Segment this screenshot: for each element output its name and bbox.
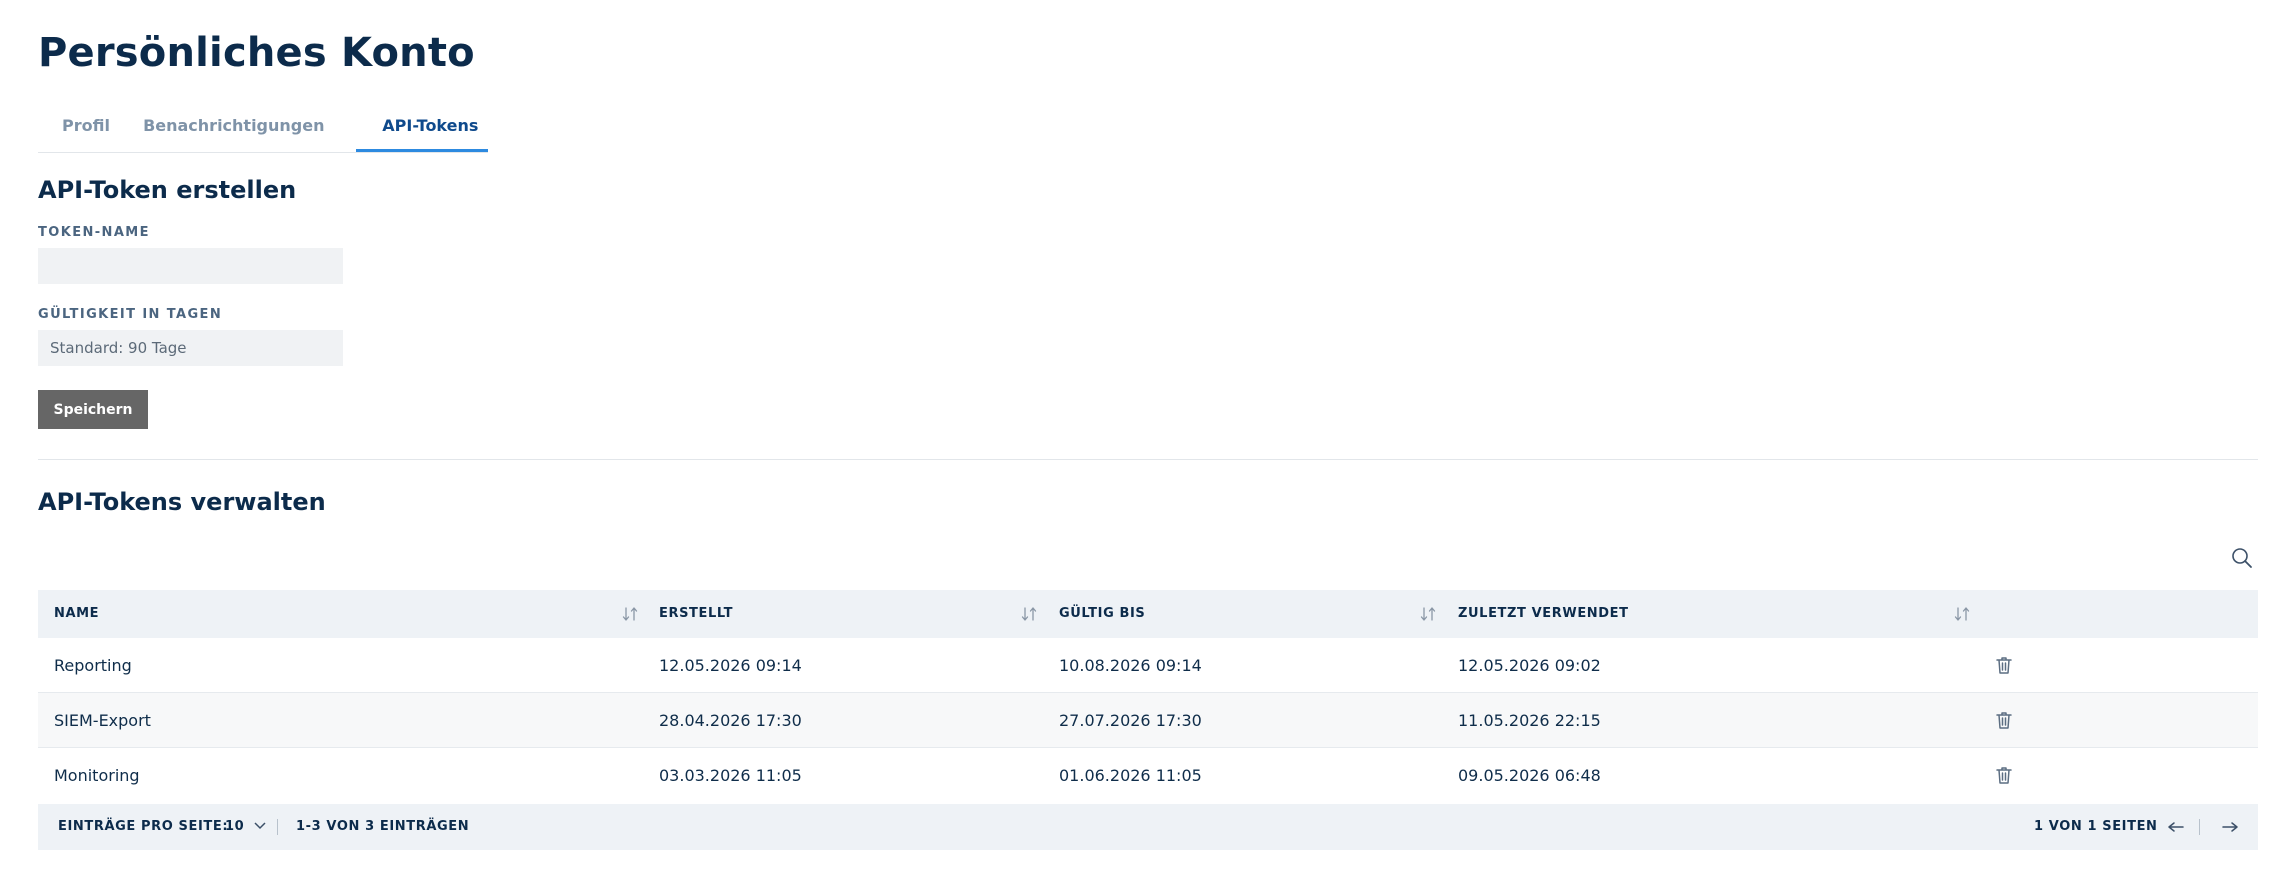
- trash-icon: [1996, 657, 2012, 674]
- page-title: Persönliches Konto: [38, 30, 475, 76]
- sort-created-icon[interactable]: [1020, 605, 1038, 623]
- per-page-value: 10: [225, 819, 245, 834]
- chevron-down-icon: [254, 822, 266, 830]
- token-name-label: TOKEN-NAME: [38, 225, 150, 240]
- sort-name-icon[interactable]: [621, 605, 639, 623]
- section-divider: [38, 459, 2258, 460]
- cell-last-used: 12.05.2026 09:02: [1458, 656, 1601, 675]
- tokens-table-header: NAME ERSTELLT GÜLTIG BIS ZULETZT VERWEND…: [38, 590, 2258, 638]
- validity-days-label: GÜLTIGKEIT IN TAGEN: [38, 307, 223, 322]
- column-header-last-used[interactable]: ZULETZT VERWENDET: [1458, 590, 1629, 638]
- delete-token-button[interactable]: [1993, 764, 2015, 786]
- trash-icon: [1996, 767, 2012, 784]
- footer-divider: [277, 819, 278, 835]
- table-row: Monitoring 03.03.2026 11:05 01.06.2026 1…: [38, 748, 2258, 803]
- table-footer: EINTRÄGE PRO SEITE: 10 1-3 VON 3 EINTRÄG…: [38, 804, 2258, 850]
- column-header-valid-until[interactable]: GÜLTIG BIS: [1059, 590, 1145, 638]
- save-button[interactable]: Speichern: [38, 390, 148, 429]
- trash-icon: [1996, 712, 2012, 729]
- tab-profile[interactable]: Profil: [38, 108, 123, 152]
- search-button[interactable]: [2230, 546, 2254, 570]
- range-text: 1-3 VON 3 EINTRÄGEN: [296, 819, 470, 834]
- cell-last-used: 11.05.2026 22:15: [1458, 711, 1601, 730]
- sort-last-used-icon[interactable]: [1953, 605, 1971, 623]
- token-name-input[interactable]: [38, 248, 343, 284]
- delete-token-button[interactable]: [1993, 709, 2015, 731]
- column-header-created[interactable]: ERSTELLT: [659, 590, 733, 638]
- cell-valid-until: 27.07.2026 17:30: [1059, 711, 1202, 730]
- column-header-name[interactable]: NAME: [54, 590, 99, 638]
- cell-valid-until: 10.08.2026 09:14: [1059, 656, 1202, 675]
- per-page-label: EINTRÄGE PRO SEITE:: [58, 819, 229, 834]
- cell-created: 12.05.2026 09:14: [659, 656, 802, 675]
- account-tabs: Profil Benachrichtigungen API-Tokens: [38, 108, 488, 153]
- arrow-left-icon: [2168, 822, 2184, 832]
- cell-created: 28.04.2026 17:30: [659, 711, 802, 730]
- validity-days-input[interactable]: [38, 330, 343, 366]
- cell-name: Reporting: [54, 656, 132, 675]
- cell-created: 03.03.2026 11:05: [659, 766, 802, 785]
- cell-last-used: 09.05.2026 06:48: [1458, 766, 1601, 785]
- table-row: SIEM-Export 28.04.2026 17:30 27.07.2026 …: [38, 693, 2258, 748]
- footer-divider: [2199, 819, 2200, 835]
- per-page-select[interactable]: 10: [225, 804, 267, 850]
- sort-valid-until-icon[interactable]: [1419, 605, 1437, 623]
- table-row: Reporting 12.05.2026 09:14 10.08.2026 09…: [38, 638, 2258, 693]
- previous-page-button[interactable]: [2164, 815, 2188, 839]
- create-token-heading: API-Token erstellen: [38, 176, 297, 204]
- next-page-button[interactable]: [2218, 815, 2242, 839]
- cell-name: Monitoring: [54, 766, 140, 785]
- page-indicator: 1 VON 1 SEITEN: [2034, 819, 2158, 834]
- manage-tokens-heading: API-Tokens verwalten: [38, 488, 326, 516]
- tab-notifications[interactable]: Benachrichtigungen: [123, 108, 356, 152]
- search-icon: [2232, 548, 2252, 568]
- delete-token-button[interactable]: [1993, 654, 2015, 676]
- tab-api-tokens[interactable]: API-Tokens: [356, 108, 488, 152]
- cell-name: SIEM-Export: [54, 711, 151, 730]
- arrow-right-icon: [2222, 822, 2238, 832]
- cell-valid-until: 01.06.2026 11:05: [1059, 766, 1202, 785]
